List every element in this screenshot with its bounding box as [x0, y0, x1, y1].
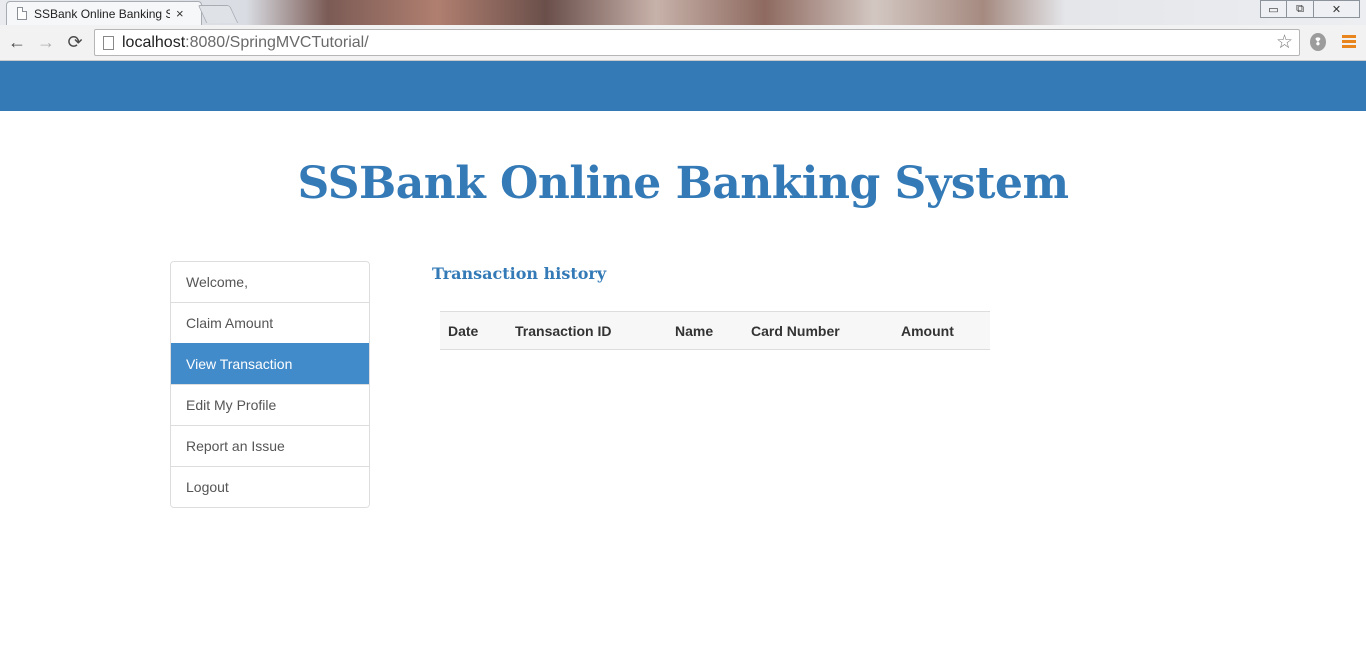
table-header-row: Date Transaction ID Name Card Number Amo…	[440, 311, 990, 350]
minimize-icon[interactable]: ▭	[1260, 0, 1287, 18]
sidebar-menu: Welcome, Claim Amount View Transaction E…	[170, 261, 370, 508]
reload-icon[interactable]: ⟳	[64, 31, 86, 53]
sidebar-item-logout[interactable]: Logout	[171, 466, 369, 507]
bookmark-star-icon[interactable]: ☆	[1276, 31, 1293, 54]
sidebar-item-report-issue[interactable]: Report an Issue	[171, 425, 369, 466]
column-header-date: Date	[440, 311, 507, 350]
browser-titlebar: SSBank Online Banking Sy × ▭ ⧉ ✕	[0, 0, 1366, 25]
page-title: SSBank Online Banking System	[297, 158, 1069, 209]
url-text: localhost:8080/SpringMVCTutorial/	[122, 34, 369, 52]
browser-menu-icon[interactable]	[1342, 35, 1356, 50]
sidebar-item-welcome[interactable]: Welcome,	[171, 262, 369, 302]
tab-close-icon[interactable]: ×	[176, 7, 184, 20]
column-header-name: Name	[667, 311, 743, 350]
back-icon[interactable]: ←	[6, 31, 28, 53]
page-icon	[17, 7, 27, 20]
new-tab-button[interactable]	[197, 5, 239, 23]
close-window-icon[interactable]: ✕	[1314, 0, 1360, 18]
sidebar-item-edit-profile[interactable]: Edit My Profile	[171, 384, 369, 425]
transaction-table: Date Transaction ID Name Card Number Amo…	[440, 311, 990, 350]
section-heading: Transaction history	[432, 264, 607, 283]
restore-icon[interactable]: ⧉	[1287, 0, 1314, 18]
url-host: localhost	[122, 33, 186, 51]
column-header-amount: Amount	[893, 311, 990, 350]
tab-title: SSBank Online Banking Sy	[34, 6, 170, 21]
top-navbar	[0, 61, 1366, 111]
url-path: :8080/SpringMVCTutorial/	[185, 33, 369, 51]
browser-tab[interactable]: SSBank Online Banking Sy ×	[6, 1, 202, 25]
address-bar[interactable]: localhost:8080/SpringMVCTutorial/ ☆	[94, 29, 1300, 56]
forward-icon[interactable]: →	[35, 31, 57, 53]
sidebar-item-claim-amount[interactable]: Claim Amount	[171, 302, 369, 343]
column-header-transaction-id: Transaction ID	[507, 311, 667, 350]
page-icon	[103, 35, 114, 50]
column-header-card-number: Card Number	[743, 311, 893, 350]
extension-icon[interactable]: ❢	[1310, 33, 1326, 51]
window-controls: ▭ ⧉ ✕	[1260, 0, 1360, 18]
browser-toolbar: ← → ⟳ localhost:8080/SpringMVCTutorial/ …	[0, 25, 1366, 61]
sidebar-item-view-transaction[interactable]: View Transaction	[171, 343, 369, 384]
